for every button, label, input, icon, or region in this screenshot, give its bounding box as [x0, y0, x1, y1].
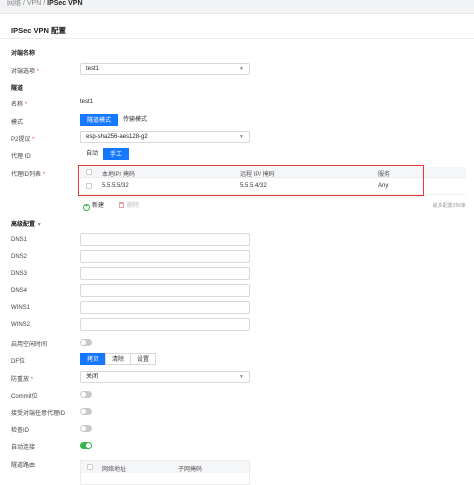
check-id-toggle[interactable]: [80, 425, 92, 432]
wins1-input[interactable]: [80, 301, 250, 314]
p2-proposal-value: esp-sha256-aes128-g2: [86, 134, 148, 140]
divider: [0, 38, 474, 39]
select-all-checkbox[interactable]: [87, 464, 93, 470]
proxy-id-label: 代理 ID: [11, 154, 31, 160]
wins1-label: WINS1: [11, 305, 31, 311]
tunnel-mode-switch: 隧道模式 传输模式: [80, 114, 152, 126]
breadcrumb-item-network[interactable]: 网络: [7, 0, 21, 7]
section-tunnel-title: 隧道: [11, 86, 24, 92]
chevron-down-icon: ▼: [239, 374, 244, 380]
check-id-label: 检查ID: [11, 428, 30, 434]
idle-time-toggle[interactable]: [80, 339, 92, 346]
auto-connect-label: 自动连接: [11, 445, 36, 451]
chevron-down-icon: ▼: [36, 222, 42, 228]
breadcrumb: 网络 / VPN / IPSec VPN: [7, 0, 83, 8]
breadcrumb-separator: /: [43, 0, 46, 7]
dns3-label: DNS3: [11, 271, 28, 277]
auto-connect-toggle[interactable]: [80, 442, 92, 449]
p2-proposal-select[interactable]: esp-sha256-aes128-g2 ▼: [80, 131, 250, 143]
trash-icon: [119, 202, 124, 208]
accept-any-proxy-label: 接受对端任意代理ID: [11, 411, 66, 417]
mode-transport-option[interactable]: 传输模式: [117, 114, 153, 126]
highlight-box: [78, 165, 424, 196]
col-network-address: 网络地址: [102, 467, 127, 473]
df-clear-option[interactable]: 清除: [105, 353, 132, 365]
idle-time-label: 启用空闲时间: [11, 342, 48, 348]
accept-any-proxy-toggle[interactable]: [80, 408, 92, 415]
top-bar: 网络 / VPN / IPSec VPN: [0, 0, 474, 14]
peer-option-label: 对端选项 *: [11, 69, 40, 75]
plus-icon: +: [83, 204, 90, 211]
dns2-label: DNS2: [11, 254, 28, 260]
tunnel-route-label: 隧道路由: [11, 463, 36, 469]
proxy-count-note: 最多配置256条: [432, 203, 466, 209]
anti-replay-label: 防重放 *: [11, 377, 34, 383]
tunnel-mode-label: 模式: [11, 120, 24, 126]
col-subnet-mask: 子网掩码: [178, 467, 203, 473]
proxy-id-switch: 自动 手工: [80, 148, 130, 160]
tunnel-name-value: test1: [80, 99, 94, 105]
commit-bit-toggle[interactable]: [80, 391, 92, 398]
anti-replay-select[interactable]: 关闭 ▼: [80, 371, 250, 383]
df-bit-label: DF位: [11, 359, 25, 365]
dns2-input[interactable]: [80, 250, 250, 263]
breadcrumb-item-vpn[interactable]: VPN: [27, 0, 41, 7]
wins2-input[interactable]: [80, 318, 250, 331]
anti-replay-value: 关闭: [86, 374, 99, 380]
add-button[interactable]: + 新建: [83, 200, 104, 211]
proxy-id-list-label: 代理ID列表 *: [11, 172, 46, 178]
df-bit-switch: 拷贝 清除 设置: [80, 353, 157, 365]
wins2-label: WINS2: [11, 322, 31, 328]
section-advanced-title[interactable]: 高级配置 ▼: [11, 219, 42, 228]
chevron-down-icon: ▼: [239, 66, 244, 72]
proxy-manual-option[interactable]: 手工: [103, 148, 130, 160]
peer-option-select[interactable]: test1 ▼: [80, 63, 250, 75]
mode-tunnel-option[interactable]: 隧道模式: [80, 114, 119, 126]
dns1-label: DNS1: [11, 237, 28, 243]
table-header: 网络地址 子网掩码: [81, 461, 249, 473]
chevron-down-icon: ▼: [239, 134, 244, 140]
peer-option-value: test1: [86, 66, 100, 72]
dns1-input[interactable]: [80, 233, 250, 246]
p2-proposal-label: P2提议 *: [11, 137, 35, 143]
df-set-option[interactable]: 设置: [130, 353, 157, 365]
tunnel-route-table: 网络地址 子网掩码: [80, 460, 250, 485]
commit-bit-label: Commit位: [11, 394, 38, 400]
dns4-label: DNS4: [11, 288, 28, 294]
dns4-input[interactable]: [80, 284, 250, 297]
proxy-auto-option[interactable]: 自动: [80, 148, 104, 160]
tunnel-name-label: 名称 *: [11, 102, 28, 108]
df-copy-option[interactable]: 拷贝: [80, 353, 107, 365]
breadcrumb-separator: /: [22, 0, 25, 7]
page-title: IPSec VPN 配置: [11, 26, 67, 35]
delete-button[interactable]: 删除: [119, 200, 139, 209]
dns3-input[interactable]: [80, 267, 250, 280]
breadcrumb-current: IPSec VPN: [47, 0, 83, 7]
section-peer-title: 对端名称: [11, 51, 36, 57]
